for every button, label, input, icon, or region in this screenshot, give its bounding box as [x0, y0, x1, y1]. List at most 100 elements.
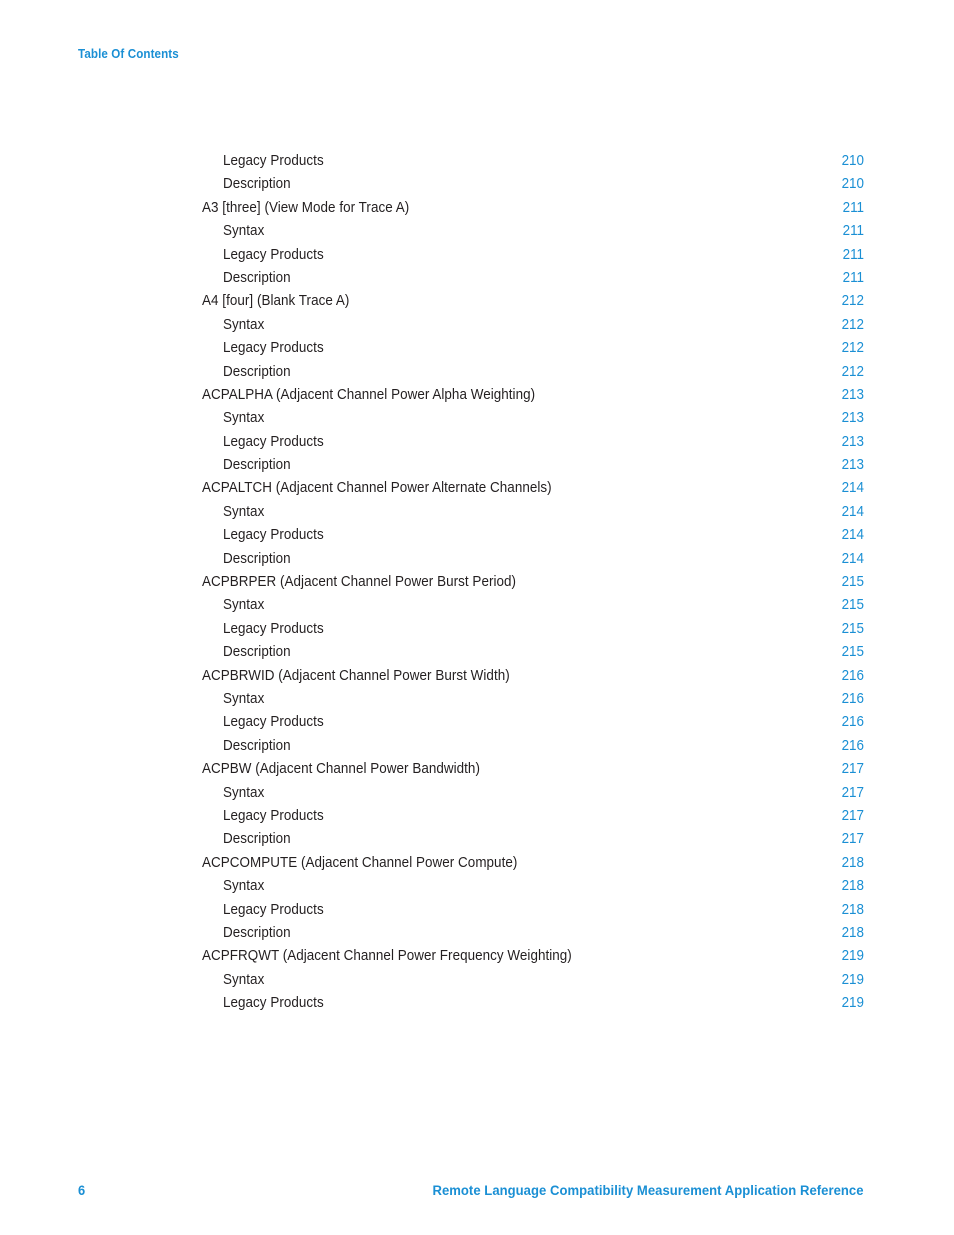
toc-entry[interactable]: Legacy Products 214	[202, 527, 864, 550]
toc-entry-title: Description	[223, 831, 291, 848]
toc-entry[interactable]: A3 [three] (View Mode for Trace A) 211	[202, 200, 864, 223]
toc-entry[interactable]: ACPBW (Adjacent Channel Power Bandwidth)…	[202, 761, 864, 784]
toc-entry-page-number: 211	[842, 246, 864, 263]
toc-entry[interactable]: ACPFRQWT (Adjacent Channel Power Frequen…	[202, 948, 864, 971]
toc-entry[interactable]: Description 211	[202, 270, 864, 293]
toc-entry-page-number: 218	[841, 924, 864, 941]
toc-entry-page-number: 211	[842, 269, 864, 286]
toc-entry[interactable]: Syntax 217	[202, 785, 864, 808]
toc-entry[interactable]: Syntax 213	[202, 410, 864, 433]
toc-entry-title: Description	[223, 269, 291, 286]
toc-entry[interactable]: ACPCOMPUTE (Adjacent Channel Power Compu…	[202, 855, 864, 878]
toc-entry-title: Syntax	[223, 597, 265, 614]
footer-document-title: Remote Language Compatibility Measuremen…	[432, 1183, 864, 1199]
toc-entry-page-number: 218	[841, 901, 864, 918]
toc-entry[interactable]: Legacy Products 213	[202, 434, 864, 457]
toc-entry[interactable]: Legacy Products 217	[202, 808, 864, 831]
toc-entry-title: Description	[223, 176, 291, 193]
toc-entry-page-number: 213	[841, 433, 864, 450]
toc-entry-page-number: 216	[841, 737, 864, 754]
toc-entry-title: Legacy Products	[223, 527, 324, 544]
toc-entry[interactable]: Description 216	[202, 738, 864, 761]
toc-entry-title: Syntax	[223, 690, 265, 707]
toc-entry-page-number: 216	[841, 667, 864, 684]
document-page: Table Of Contents Legacy Products 210 Desc…	[0, 0, 954, 1235]
toc-entry-page-number: 217	[841, 784, 864, 801]
toc-entry-title: Legacy Products	[223, 153, 324, 169]
toc-entry-page-number: 212	[841, 316, 864, 333]
toc-entry-page-number: 212	[841, 363, 864, 380]
toc-entry[interactable]: Description 215	[202, 644, 864, 667]
toc-entry[interactable]: A4 [four] (Blank Trace A) 212	[202, 293, 864, 316]
toc-entry-title: Description	[223, 363, 291, 380]
toc-entry-page-number: 217	[841, 761, 864, 778]
toc-entry-title: Legacy Products	[223, 714, 324, 731]
toc-entry-title: Legacy Products	[223, 620, 324, 637]
toc-entry-page-number: 215	[841, 597, 864, 614]
page-footer: 6 Remote Language Compatibility Measurem…	[78, 1182, 864, 1199]
toc-entry-page-number: 216	[841, 690, 864, 707]
toc-entry-title: ACPCOMPUTE (Adjacent Channel Power Compu…	[202, 854, 518, 871]
toc-entry[interactable]: Description 210	[202, 176, 864, 199]
toc-entry-title: Description	[223, 924, 291, 941]
table-of-contents-list: Legacy Products 210 Description 210 A3 [thre…	[202, 153, 864, 1018]
toc-entry[interactable]: Description 214	[202, 551, 864, 574]
toc-entry[interactable]: Legacy Products 219	[202, 995, 864, 1018]
toc-entry-page-number: 215	[841, 574, 864, 591]
toc-entry-page-number: 212	[841, 340, 864, 357]
toc-entry-page-number: 214	[841, 550, 864, 567]
toc-entry-page-number: 216	[841, 714, 864, 731]
toc-entry-title: ACPBW (Adjacent Channel Power Bandwidth)	[202, 761, 480, 778]
toc-entry-title: Legacy Products	[223, 246, 324, 263]
toc-entry-title: Legacy Products	[223, 807, 324, 824]
toc-entry-page-number: 215	[841, 644, 864, 661]
toc-entry[interactable]: ACPBRPER (Adjacent Channel Power Burst P…	[202, 574, 864, 597]
toc-entry-title: Description	[223, 457, 291, 474]
toc-entry-title: ACPFRQWT (Adjacent Channel Power Frequen…	[202, 948, 572, 965]
toc-entry[interactable]: Syntax 216	[202, 691, 864, 714]
toc-entry-title: Legacy Products	[223, 340, 324, 357]
toc-entry[interactable]: Description 212	[202, 364, 864, 387]
toc-entry-page-number: 211	[842, 223, 864, 240]
toc-entry-title: ACPALTCH (Adjacent Channel Power Alterna…	[202, 480, 552, 497]
toc-entry-page-number: 219	[841, 971, 864, 988]
toc-entry-page-number: 219	[841, 995, 864, 1012]
toc-entry[interactable]: Description 213	[202, 457, 864, 480]
toc-entry-title: Legacy Products	[223, 433, 324, 450]
toc-entry[interactable]: Legacy Products 218	[202, 902, 864, 925]
toc-entry-page-number: 214	[841, 480, 864, 497]
toc-entry-title: Legacy Products	[223, 901, 324, 918]
toc-entry[interactable]: ACPALPHA (Adjacent Channel Power Alpha W…	[202, 387, 864, 410]
toc-entry[interactable]: Legacy Products 211	[202, 247, 864, 270]
toc-entry[interactable]: Legacy Products 216	[202, 714, 864, 737]
toc-entry[interactable]: Legacy Products 210	[202, 153, 864, 176]
toc-entry-title: A4 [four] (Blank Trace A)	[202, 293, 350, 310]
toc-entry[interactable]: Description 218	[202, 925, 864, 948]
toc-entry-page-number: 218	[841, 854, 864, 871]
toc-entry[interactable]: Description 217	[202, 831, 864, 854]
toc-entry-title: Syntax	[223, 410, 265, 427]
toc-entry[interactable]: Syntax 214	[202, 504, 864, 527]
toc-entry[interactable]: ACPBRWID (Adjacent Channel Power Burst W…	[202, 668, 864, 691]
toc-entry[interactable]: Legacy Products 215	[202, 621, 864, 644]
toc-entry-page-number: 212	[841, 293, 864, 310]
toc-entry-title: A3 [three] (View Mode for Trace A)	[202, 199, 410, 216]
toc-entry-title: Syntax	[223, 878, 265, 895]
toc-entry-title: Description	[223, 737, 291, 754]
toc-entry[interactable]: Syntax 218	[202, 878, 864, 901]
toc-entry[interactable]: Legacy Products 212	[202, 340, 864, 363]
toc-entry-page-number: 213	[841, 386, 864, 403]
toc-entry-title: Syntax	[223, 971, 265, 988]
toc-entry-page-number: 215	[841, 620, 864, 637]
toc-entry[interactable]: Syntax 212	[202, 317, 864, 340]
toc-entry[interactable]: Syntax 219	[202, 972, 864, 995]
toc-entry-title: ACPALPHA (Adjacent Channel Power Alpha W…	[202, 386, 536, 403]
toc-entry[interactable]: Syntax 215	[202, 597, 864, 620]
toc-entry-page-number: 213	[841, 457, 864, 474]
toc-entry-title: ACPBRPER (Adjacent Channel Power Burst P…	[202, 574, 517, 591]
toc-entry[interactable]: ACPALTCH (Adjacent Channel Power Alterna…	[202, 480, 864, 503]
toc-entry-title: Description	[223, 644, 291, 661]
toc-entry[interactable]: Syntax 211	[202, 223, 864, 246]
toc-entry-title: Description	[223, 550, 291, 567]
toc-entry-title: ACPBRWID (Adjacent Channel Power Burst W…	[202, 667, 510, 684]
